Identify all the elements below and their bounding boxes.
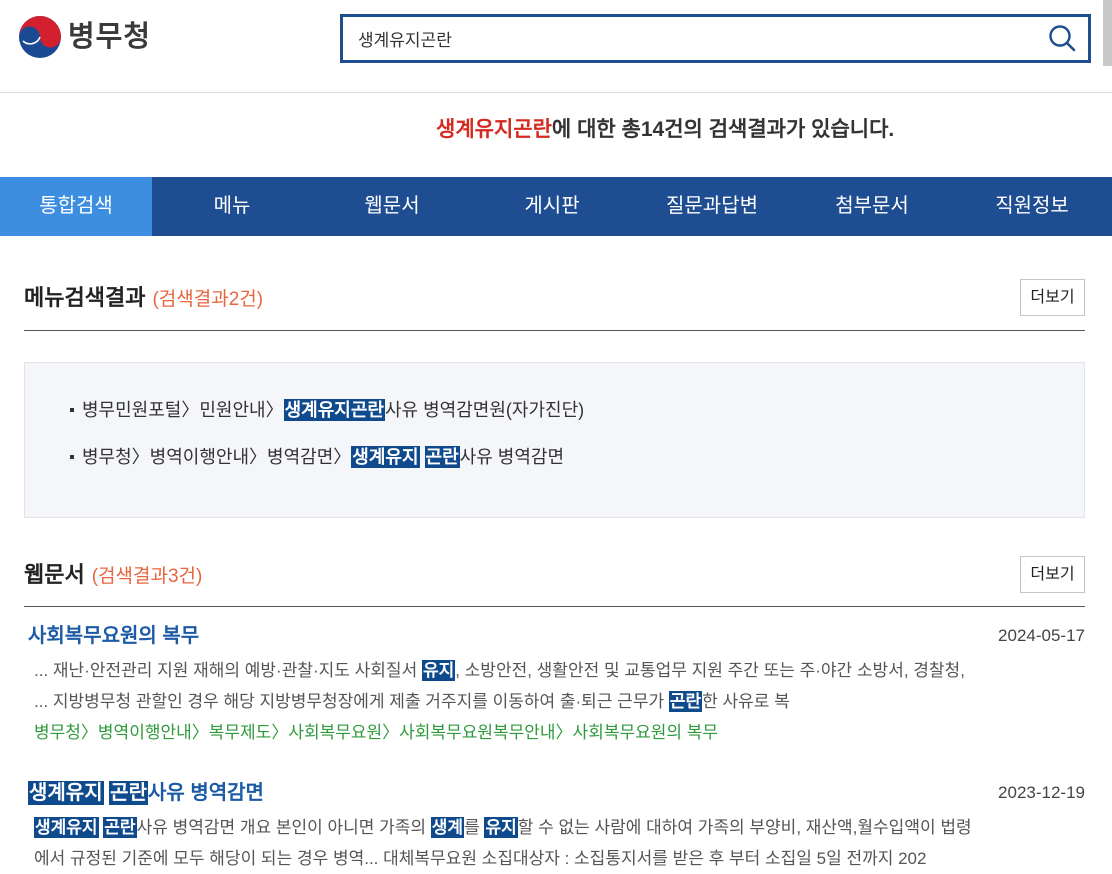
more-button[interactable]: 더보기 bbox=[1020, 556, 1085, 593]
summary-text: 에 대한 총14건의 검색결과가 있습니다. bbox=[551, 118, 895, 141]
search-icon bbox=[1049, 25, 1076, 52]
result-header: 사회복무요원의 복무 2024-05-17 bbox=[24, 621, 1085, 651]
web-result-item: 생계유지 곤란사유 병역감면 2023-12-19 생계유지 곤란사유 병역감면… bbox=[24, 778, 1085, 874]
highlight-term: 곤란 bbox=[103, 817, 137, 838]
web-results-list: 사회복무요원의 복무 2024-05-17 ... 재난·안전관리 지원 재해의… bbox=[24, 621, 1085, 874]
tab-attachments[interactable]: 첨부문서 bbox=[792, 177, 952, 236]
snippet-text: 한 사유로 복 bbox=[702, 692, 790, 711]
highlight-term: 곤란 bbox=[668, 691, 703, 712]
bullet-icon bbox=[70, 455, 74, 460]
tab-board[interactable]: 게시판 bbox=[472, 177, 632, 236]
tab-qna[interactable]: 질문과답변 bbox=[632, 177, 792, 236]
menu-results-box: 병무민원포털〉민원안내〉생계유지곤란사유 병역감면원(자가진단) 병무청〉병역이… bbox=[24, 362, 1085, 518]
highlight-term: 유지 bbox=[484, 817, 518, 838]
menu-result-link[interactable]: 병무청〉병역이행안내〉병역감면〉생계유지 곤란사유 병역감면 bbox=[82, 446, 564, 468]
section-title-text: 웹문서 bbox=[24, 562, 85, 587]
result-snippet-line: ... 재난·안전관리 지원 재해의 예방·관찰·지도 사회질서 유지, 소방안… bbox=[24, 655, 1085, 686]
snippet-text: , 소방안전, 생활안전 및 교통업무 지원 주간 또는 주·야간 소방서, 경… bbox=[455, 661, 965, 680]
list-item: 병무민원포털〉민원안내〉생계유지곤란사유 병역감면원(자가진단) bbox=[70, 387, 1084, 434]
highlight-term: 생계유지 bbox=[28, 781, 104, 805]
result-path: 병무청〉병역이행안내〉복무제도〉사회복무요원〉사회복무요원복무안내〉사회복무요원… bbox=[34, 723, 719, 742]
tab-integrated-search[interactable]: 통합검색 bbox=[0, 177, 152, 236]
result-date: 2024-05-17 bbox=[998, 626, 1085, 645]
result-date: 2023-12-19 bbox=[998, 783, 1085, 802]
result-title-text: 사회복무요원의 복무 bbox=[28, 625, 200, 647]
search-box bbox=[340, 14, 1091, 63]
snippet-text: 사유 병역감면 개요 본인이 아니면 가족의 bbox=[136, 818, 431, 837]
search-button[interactable] bbox=[1047, 23, 1078, 54]
bullet-icon bbox=[70, 408, 74, 413]
highlight-term: 생계유지 bbox=[351, 446, 420, 468]
tab-staff-info[interactable]: 직원정보 bbox=[952, 177, 1112, 236]
highlight-term: 곤란 bbox=[109, 781, 148, 805]
highlight-term: 생계 bbox=[430, 817, 465, 838]
government-emblem-icon bbox=[19, 16, 61, 58]
tab-menu[interactable]: 메뉴 bbox=[152, 177, 312, 236]
snippet-text: 를 bbox=[464, 818, 485, 837]
search-input[interactable] bbox=[358, 17, 1028, 60]
snippet-text: ... 재난·안전관리 지원 재해의 예방·관찰·지도 사회질서 bbox=[34, 661, 422, 680]
summary-keyword: 생계유지곤란 bbox=[436, 118, 552, 141]
result-title-link[interactable]: 사회복무요원의 복무 bbox=[28, 621, 199, 651]
breadcrumb-path: 병무청〉병역이행안내〉병역감면〉 bbox=[82, 447, 352, 467]
more-button[interactable]: 더보기 bbox=[1020, 279, 1085, 316]
result-snippet-line: 생계유지 곤란사유 병역감면 개요 본인이 아니면 가족의 생계를 유지할 수 … bbox=[24, 812, 1085, 843]
result-title-text: 사유 병역감면 bbox=[147, 782, 264, 804]
highlight-term: 유지 bbox=[421, 660, 456, 681]
result-title-link[interactable]: 생계유지 곤란사유 병역감면 bbox=[28, 778, 264, 808]
section-title: 메뉴검색결과 (검색결과2건) bbox=[24, 279, 263, 319]
tab-web-documents[interactable]: 웹문서 bbox=[312, 177, 472, 236]
result-text: 사유 병역감면 bbox=[459, 447, 565, 467]
site-header: 병무청 bbox=[0, 0, 1112, 93]
result-snippet-line: 에서 규정된 기준에 모두 해당이 되는 경우 병역... 대체복무요원 소집대… bbox=[24, 843, 1085, 874]
snippet-text: ... 지방병무청 관할인 경우 해당 지방병무청장에게 제출 거주지를 이동하… bbox=[34, 692, 669, 711]
result-count: (검색결과2건) bbox=[152, 289, 264, 310]
web-result-item: 사회복무요원의 복무 2024-05-17 ... 재난·안전관리 지원 재해의… bbox=[24, 621, 1085, 748]
result-count: (검색결과3건) bbox=[91, 566, 203, 587]
result-category-tabs: 통합검색 메뉴 웹문서 게시판 질문과답변 첨부문서 직원정보 bbox=[0, 177, 1112, 236]
logo-text: 병무청 bbox=[68, 21, 152, 53]
search-summary: 생계유지곤란에 대한 총14건의 검색결과가 있습니다. bbox=[436, 116, 894, 144]
result-header: 생계유지 곤란사유 병역감면 2023-12-19 bbox=[24, 778, 1085, 808]
side-panel-edge bbox=[1103, 0, 1112, 66]
result-text: 사유 병역감면원(자가진단) bbox=[384, 400, 585, 420]
highlight-term: 곤란 bbox=[424, 446, 460, 468]
menu-results-header: 메뉴검색결과 (검색결과2건) 더보기 bbox=[24, 279, 1085, 316]
menu-results-list: 병무민원포털〉민원안내〉생계유지곤란사유 병역감면원(자가진단) 병무청〉병역이… bbox=[25, 363, 1084, 481]
section-divider bbox=[24, 606, 1085, 607]
snippet-text: 에서 규정된 기준에 모두 해당이 되는 경우 병역... 대체복무요원 소집대… bbox=[34, 849, 927, 868]
web-results-header: 웹문서 (검색결과3건) 더보기 bbox=[24, 556, 1085, 593]
snippet-text: 할 수 없는 사람에 대하여 가족의 부양비, 재산액,월수입액이 법령 bbox=[517, 818, 972, 837]
highlight-term: 생계유지곤란 bbox=[283, 399, 385, 421]
menu-result-link[interactable]: 병무민원포털〉민원안내〉생계유지곤란사유 병역감면원(자가진단) bbox=[82, 399, 584, 421]
site-logo-link[interactable]: 병무청 bbox=[18, 14, 151, 60]
highlight-term: 생계유지 bbox=[34, 817, 99, 838]
result-snippet-line: ... 지방병무청 관할인 경우 해당 지방병무청장에게 제출 거주지를 이동하… bbox=[24, 686, 1085, 717]
section-title-text: 메뉴검색결과 bbox=[24, 285, 146, 310]
section-title: 웹문서 (검색결과3건) bbox=[24, 556, 202, 596]
breadcrumb-path: 병무민원포털〉민원안내〉 bbox=[82, 400, 284, 420]
list-item: 병무청〉병역이행안내〉병역감면〉생계유지 곤란사유 병역감면 bbox=[70, 434, 1084, 481]
section-divider bbox=[24, 330, 1085, 331]
